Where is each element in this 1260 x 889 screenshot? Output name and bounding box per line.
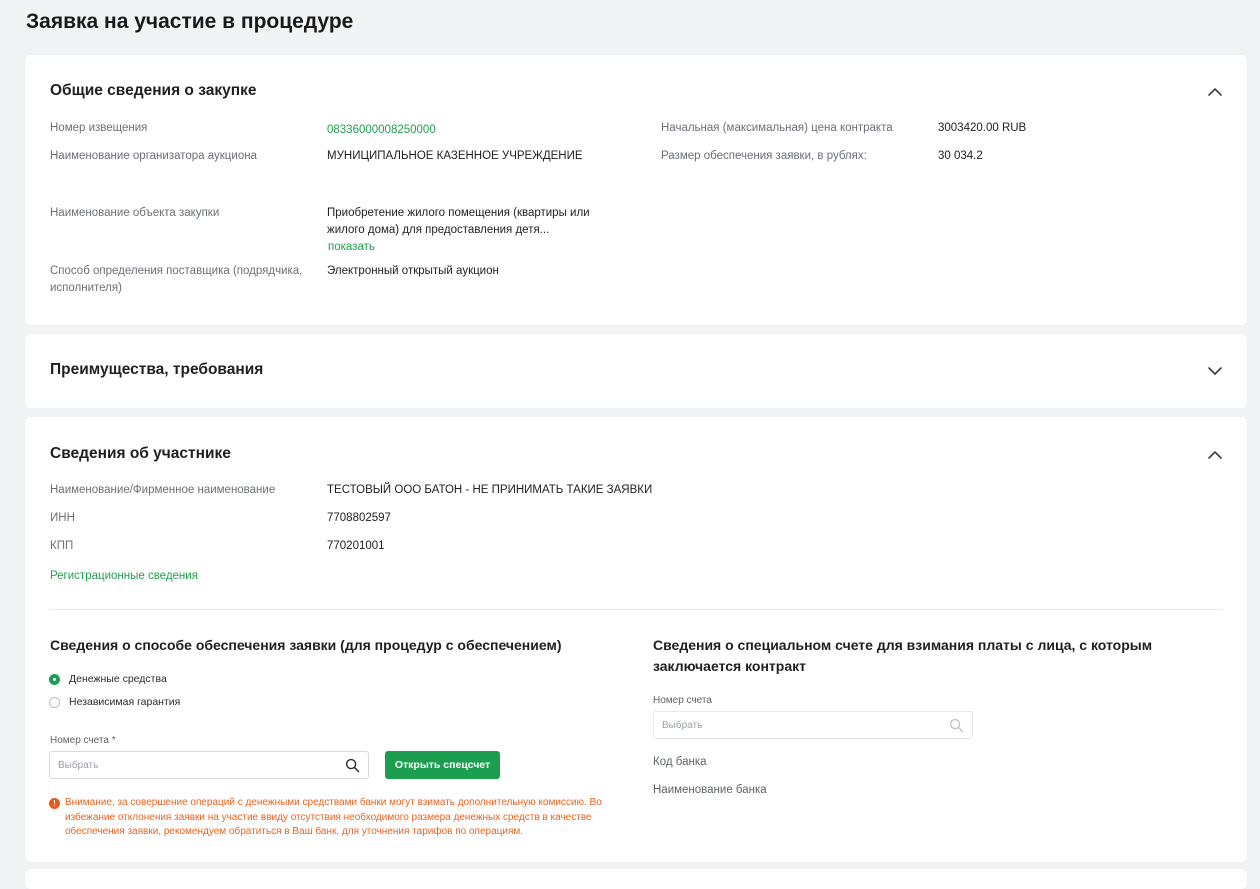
chevron-down-icon[interactable] xyxy=(1205,361,1225,381)
next-section-card xyxy=(25,869,1247,889)
search-icon[interactable] xyxy=(949,718,964,733)
warning-icon: ! xyxy=(49,798,60,809)
warning-text: Внимание, за совершение операций с денеж… xyxy=(65,797,602,837)
radio-guarantee-indicator[interactable] xyxy=(49,696,60,708)
price-value: 3003420.00 RUB xyxy=(938,122,1027,134)
special-account-input[interactable] xyxy=(653,711,973,739)
chevron-up-icon[interactable] xyxy=(1205,82,1225,102)
special-account-number-label: Номер счета xyxy=(653,695,712,706)
participant-name-label: Наименование/Фирменное наименование xyxy=(50,484,276,496)
object-label: Наименование объекта закупки xyxy=(50,207,220,219)
advantages-title: Преимущества, требования xyxy=(50,361,264,378)
open-special-account-button[interactable]: Открыть спецсчет xyxy=(385,751,500,779)
security-size-value: 30 034.2 xyxy=(938,150,983,162)
kpp-value: 770201001 xyxy=(327,540,385,552)
special-account-field[interactable] xyxy=(662,712,923,738)
advantages-card[interactable]: Преимущества, требования xyxy=(25,334,1247,408)
kpp-label: КПП xyxy=(50,540,74,552)
inn-value: 7708802597 xyxy=(327,512,391,524)
method-value: Электронный открытый аукцион xyxy=(327,265,499,277)
registration-info-link[interactable]: Регистрационные сведения xyxy=(50,568,198,585)
method-label: Способ определения поставщика (подрядчик… xyxy=(50,265,303,294)
price-label: Начальная (максимальная) цена контракта xyxy=(661,122,893,134)
account-number-input[interactable] xyxy=(49,751,369,779)
notice-number-link[interactable]: 0833600000825000​0 xyxy=(327,122,436,139)
organizer-value: МУНИЦИПАЛЬНОЕ КАЗЕННОЕ УЧРЕЖДЕНИЕ xyxy=(327,150,583,162)
radio-guarantee[interactable]: Независимая гарантия xyxy=(49,696,180,708)
notice-number-label: Номер извещения xyxy=(50,122,148,134)
commission-warning: ! Внимание, за совершение операций с ден… xyxy=(49,796,619,840)
organizer-label: Наименование организатора аукциона xyxy=(50,150,257,162)
general-info-card: Общие сведения о закупке Номер извещения… xyxy=(25,55,1247,325)
general-info-title: Общие сведения о закупке xyxy=(50,82,257,99)
participant-title: Сведения об участнике xyxy=(50,445,231,462)
security-size-label: Размер обеспечения заявки, в рублях: xyxy=(661,150,867,162)
participant-name-value: ТЕСТОВЫЙ ООО БАТОН - НЕ ПРИНИМАТЬ ТАКИЕ … xyxy=(327,484,653,496)
account-number-field[interactable] xyxy=(58,752,319,778)
bank-code-label: Код банка xyxy=(653,756,707,768)
show-more-link[interactable]: показать xyxy=(328,239,375,256)
chevron-up-icon[interactable] xyxy=(1205,445,1225,465)
search-icon[interactable] xyxy=(345,758,360,773)
radio-cash[interactable]: Денежные средства xyxy=(49,673,167,685)
radio-cash-indicator[interactable] xyxy=(49,673,60,685)
section-divider xyxy=(49,609,1223,610)
bank-name-label: Наименование банка xyxy=(653,784,767,796)
radio-guarantee-label: Независимая гарантия xyxy=(69,696,181,708)
inn-label: ИНН xyxy=(50,512,75,524)
object-value: Приобретение жилого помещения (квартиры … xyxy=(327,207,590,236)
page-title: Заявка на участие в процедуре xyxy=(26,10,354,33)
radio-cash-label: Денежные средства xyxy=(69,673,167,685)
account-number-label: Номер счета * xyxy=(50,735,116,746)
special-account-title: Сведения о специальном счете для взимани… xyxy=(653,637,1153,674)
security-method-title: Сведения о способе обеспечения заявки (д… xyxy=(50,637,562,653)
participant-card: Сведения об участнике Наименование/Фирме… xyxy=(25,417,1247,862)
